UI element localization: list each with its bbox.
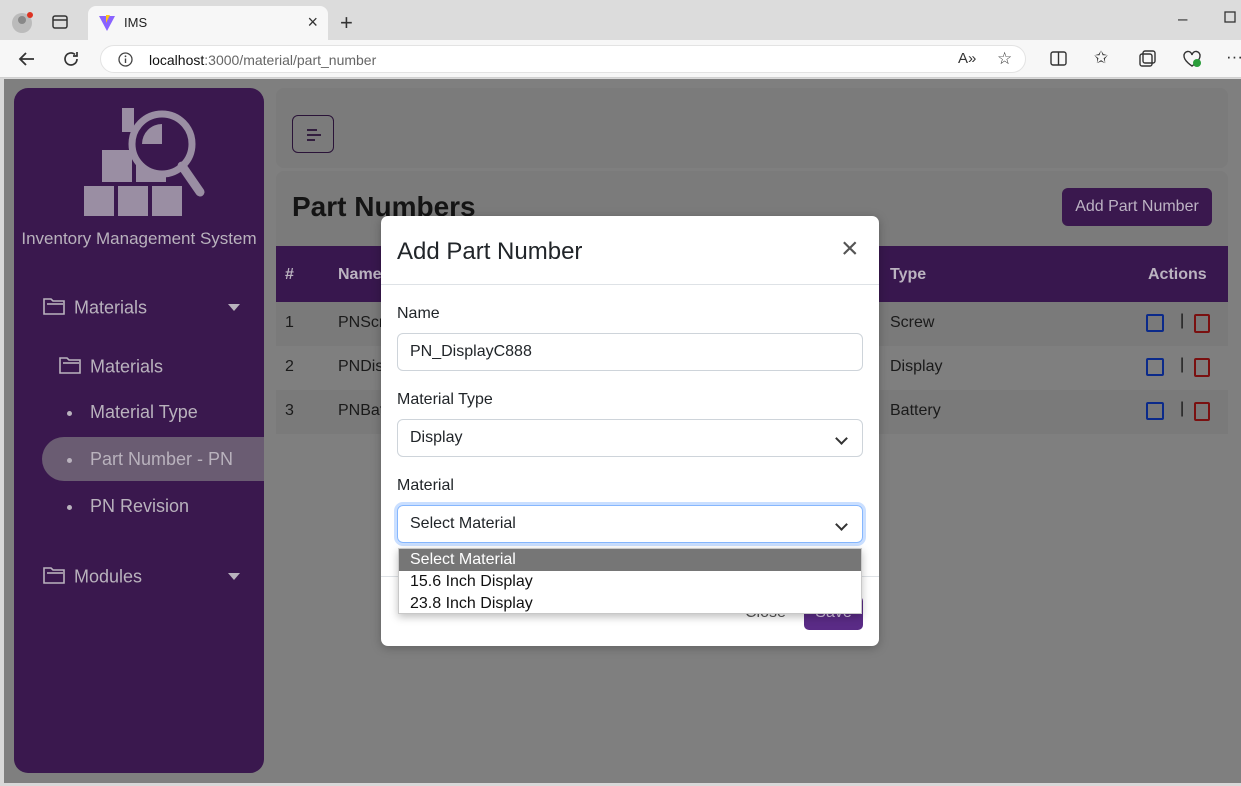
folder-icon — [42, 565, 66, 590]
material-label: Material — [397, 477, 454, 494]
dropdown-option[interactable]: 15.6 Inch Display — [399, 571, 861, 593]
url-input[interactable]: localhost:3000/material/part_number A» ☆ — [100, 45, 1026, 73]
more-menu-icon[interactable]: ··· — [1226, 48, 1241, 65]
chevron-down-icon[interactable] — [228, 573, 240, 580]
edit-icon[interactable] — [1146, 358, 1164, 376]
maximize-icon[interactable] — [1224, 9, 1236, 26]
edit-icon[interactable] — [1146, 402, 1164, 420]
browser-essentials-icon[interactable] — [1182, 50, 1202, 71]
chevron-down-icon[interactable] — [228, 304, 240, 311]
folder-icon — [58, 355, 82, 380]
action-separator: | — [1180, 356, 1185, 373]
sidebar-item-materials[interactable]: Materials — [58, 355, 163, 380]
sidebar-item-pn-revision[interactable]: PN Revision — [67, 496, 189, 517]
action-separator: | — [1180, 312, 1185, 329]
material-value: Select Material — [410, 515, 516, 532]
sidebar-item-label: Material Type — [90, 402, 198, 422]
header-name: Name — [338, 266, 382, 283]
add-part-number-button[interactable]: Add Part Number — [1062, 188, 1212, 226]
cell-type: Battery — [890, 402, 941, 419]
trash-icon[interactable] — [1194, 402, 1210, 421]
trash-icon[interactable] — [1194, 358, 1210, 377]
brand-name: Inventory Management System — [21, 229, 257, 248]
collections-icon[interactable] — [1138, 50, 1156, 71]
cell-name: PNBat — [338, 402, 385, 419]
sidebar-item-label: Materials — [90, 356, 164, 377]
cell-name: PNScr — [338, 314, 385, 331]
material-type-label: Material Type — [397, 391, 493, 408]
name-field[interactable]: PN_DisplayC888 — [397, 333, 863, 371]
edit-icon[interactable] — [1146, 314, 1164, 332]
bullet-icon — [67, 457, 72, 463]
new-tab-icon[interactable]: + — [340, 12, 353, 34]
url-host: localhost — [149, 52, 205, 68]
nav-group-materials[interactable]: Materials — [42, 296, 147, 321]
split-screen-icon[interactable] — [1050, 50, 1067, 70]
nav-group-label: Modules — [74, 566, 143, 587]
header-num: # — [285, 266, 294, 283]
favorites-icon[interactable]: ✩ — [1094, 49, 1108, 66]
sidebar-item-part-number[interactable]: Part Number - PN — [67, 449, 233, 470]
chevron-down-icon — [835, 518, 848, 531]
folder-icon — [42, 296, 66, 321]
dropdown-option[interactable]: Select Material — [399, 549, 861, 571]
sidebar-item-label: PN Revision — [90, 496, 190, 516]
minimize-icon[interactable]: – — [1178, 10, 1187, 27]
material-dropdown-list: Select Material 15.6 Inch Display 23.8 I… — [398, 548, 862, 614]
site-info-icon[interactable] — [118, 52, 133, 70]
chevron-down-icon — [835, 432, 848, 445]
sidebar: Inventory Management System Materials Ma… — [14, 88, 264, 773]
nav-group-label: Materials — [74, 297, 148, 318]
vite-logo-icon — [98, 14, 116, 37]
close-icon[interactable]: × — [841, 234, 859, 264]
material-type-value: Display — [410, 429, 463, 446]
browser-tabbar: IMS × + – — [0, 0, 1241, 40]
menu-lines-icon — [307, 129, 321, 141]
header-type: Type — [890, 266, 927, 283]
header-actions: Actions — [1148, 266, 1207, 283]
bullet-icon — [67, 504, 72, 510]
dropdown-option[interactable]: 23.8 Inch Display — [399, 593, 861, 615]
material-select[interactable]: Select Material — [397, 505, 863, 543]
cell-name: PNDis — [338, 358, 384, 375]
url-text: localhost:3000/material/part_number — [149, 52, 376, 68]
top-header-card — [276, 88, 1228, 168]
cell-type: Display — [890, 358, 943, 375]
address-bar-row: localhost:3000/material/part_number A» ☆… — [0, 40, 1241, 78]
action-separator: | — [1180, 400, 1185, 417]
name-label: Name — [397, 305, 440, 322]
tab-close-icon[interactable]: × — [307, 12, 318, 33]
tab-ims[interactable]: IMS × — [88, 6, 328, 40]
read-aloud-icon[interactable]: A» — [958, 51, 976, 66]
divider — [381, 284, 879, 285]
nav-group-modules[interactable]: Modules — [42, 565, 142, 590]
favorite-star-icon[interactable]: ☆ — [997, 50, 1012, 67]
modal-title: Add Part Number — [397, 238, 583, 265]
cell-num: 1 — [285, 314, 294, 331]
name-value: PN_DisplayC888 — [410, 343, 532, 360]
sidebar-item-material-type[interactable]: Material Type — [67, 402, 198, 423]
cell-num: 2 — [285, 358, 294, 375]
profile-icon[interactable] — [12, 12, 34, 37]
reload-icon[interactable] — [62, 50, 80, 71]
inventory-logo-icon — [82, 106, 206, 223]
material-type-select[interactable]: Display — [397, 419, 863, 457]
trash-icon[interactable] — [1194, 314, 1210, 333]
sidebar-toggle-button[interactable] — [292, 115, 334, 153]
bullet-icon — [67, 410, 72, 416]
sidebar-item-label: Part Number - PN — [90, 449, 234, 469]
tab-title: IMS — [124, 15, 148, 30]
url-path: :3000/material/part_number — [204, 52, 377, 68]
tab-actions-icon[interactable] — [52, 14, 68, 33]
back-icon[interactable] — [18, 50, 36, 71]
cell-type: Screw — [890, 314, 935, 331]
cell-num: 3 — [285, 402, 294, 419]
